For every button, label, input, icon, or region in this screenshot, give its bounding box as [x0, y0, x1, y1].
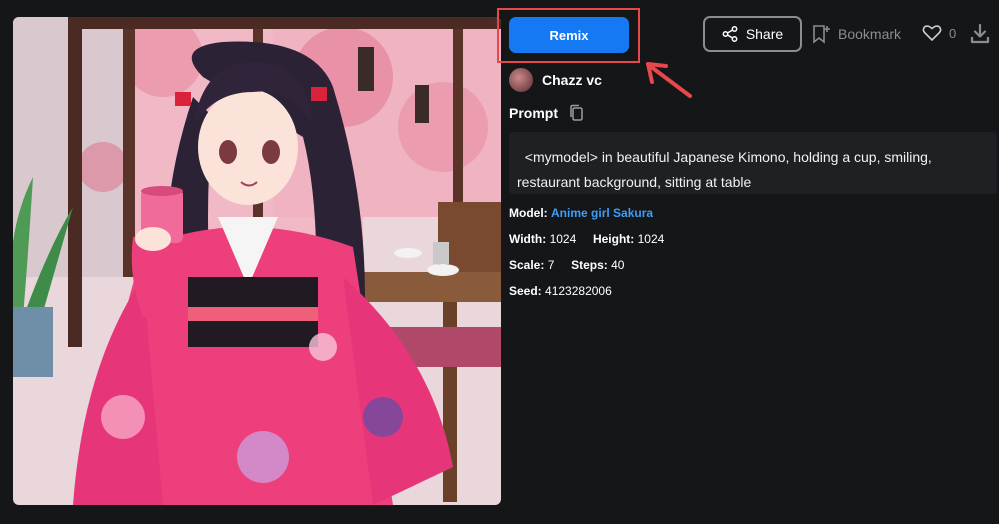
steps-label: Steps:: [571, 258, 608, 272]
dimensions-row: Width: 1024 Height: 1024: [509, 232, 664, 246]
height-label: Height:: [592, 232, 635, 246]
model-label: Model:: [509, 206, 548, 220]
width-value: 1024: [549, 232, 577, 246]
arrow-icon: [646, 62, 692, 98]
copy-icon[interactable]: [568, 104, 584, 122]
model-row: Model: Anime girl Sakura: [509, 206, 653, 220]
heart-icon: [922, 25, 942, 42]
model-link[interactable]: Anime girl Sakura: [551, 206, 653, 220]
steps-value: 40: [611, 258, 625, 272]
bookmark-label: Bookmark: [838, 26, 902, 42]
share-button[interactable]: Share: [703, 16, 802, 52]
avatar[interactable]: [509, 68, 533, 92]
like-count: 0: [949, 25, 957, 41]
like-button[interactable]: 0: [922, 24, 956, 42]
height-value: 1024: [637, 232, 665, 246]
scale-label: Scale:: [509, 258, 545, 272]
scale-value: 7: [547, 258, 555, 272]
prompt-text-box: <mymodel> in beautiful Japanese Kimono, …: [509, 132, 997, 194]
username[interactable]: Chazz vc: [542, 72, 602, 88]
width-label: Width:: [509, 232, 547, 246]
generated-image[interactable]: [13, 17, 501, 505]
share-icon: [722, 26, 738, 42]
remix-button[interactable]: Remix: [509, 17, 629, 53]
prompt-label: Prompt: [509, 105, 558, 121]
prompt-header: Prompt: [509, 104, 584, 122]
download-icon[interactable]: [969, 23, 991, 45]
seed-value: 4123282006: [545, 284, 612, 298]
bookmark-icon: [813, 25, 830, 44]
share-label: Share: [745, 26, 784, 42]
bookmark-button[interactable]: Bookmark: [812, 24, 901, 44]
seed-row: Seed: 4123282006: [509, 284, 612, 298]
prompt-text: <mymodel> in beautiful Japanese Kimono, …: [517, 149, 932, 190]
author[interactable]: Chazz vc: [509, 68, 602, 92]
scale-steps-row: Scale: 7 Steps: 40: [509, 258, 624, 272]
seed-label: Seed:: [509, 284, 542, 298]
